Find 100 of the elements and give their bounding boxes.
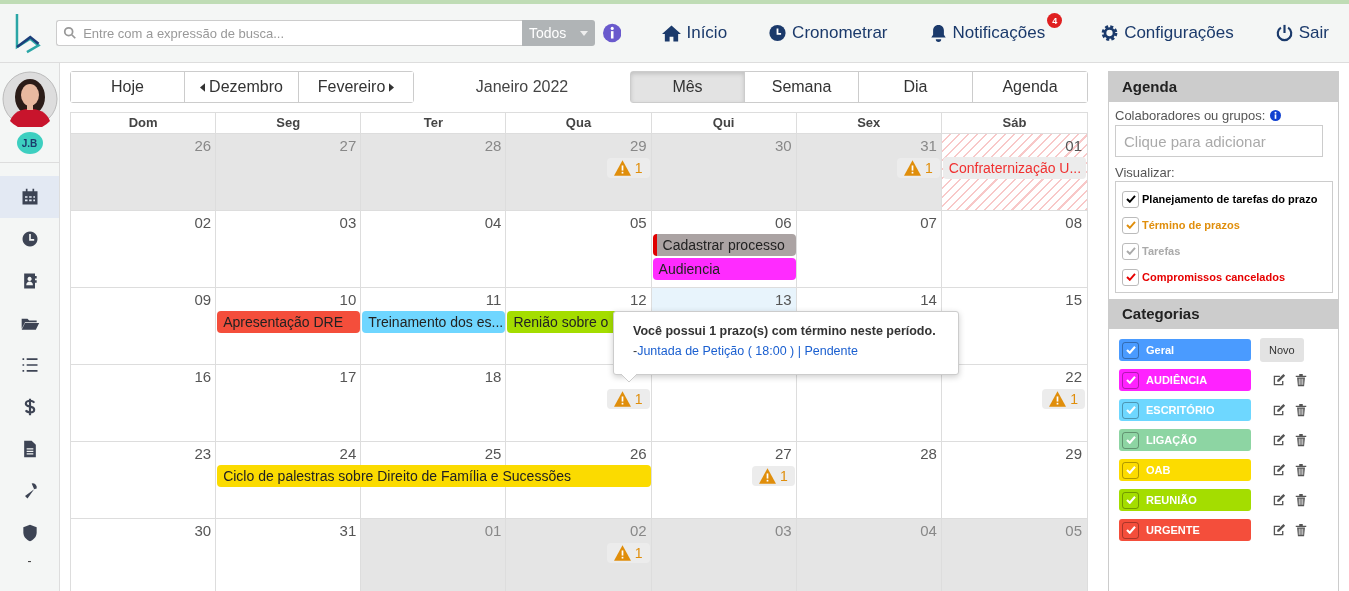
day-cell[interactable] <box>506 134 652 210</box>
weekday-header: Sex <box>796 113 942 133</box>
list-dash: - <box>633 344 638 358</box>
deadline-link[interactable]: Juntada de Petição ( 18:00 ) | Pendente <box>637 344 858 358</box>
delete-icon[interactable] <box>1294 463 1308 477</box>
edit-icon[interactable] <box>1272 493 1286 507</box>
warning-icon <box>1049 391 1067 407</box>
nav-link[interactable]: Cronometrar <box>768 23 888 43</box>
checkbox[interactable] <box>1122 190 1139 208</box>
day-number: 22 <box>1065 368 1082 387</box>
bell-icon <box>928 24 948 42</box>
day-cell[interactable] <box>216 134 362 210</box>
day-number: 24 <box>339 445 357 464</box>
filter-label: Planejamento de tarefas do prazo <box>1142 193 1318 205</box>
day-number: 25 <box>484 445 502 464</box>
day-number: 08 <box>1065 214 1082 233</box>
new-category-button[interactable]: Novo <box>1260 338 1304 362</box>
calendar-title: Janeiro 2022 <box>474 78 570 96</box>
weekday-header: Ter <box>361 113 507 133</box>
day-number: 30 <box>194 522 212 541</box>
caret-icon <box>580 30 589 36</box>
checkbox[interactable] <box>1122 242 1139 260</box>
user-initials: J.B <box>16 132 43 154</box>
edit-icon[interactable] <box>1272 433 1286 447</box>
day-number: 29 <box>629 137 647 156</box>
day-cell[interactable] <box>651 134 797 210</box>
day-cell[interactable] <box>361 519 507 591</box>
warning-icon <box>613 545 631 561</box>
day-number: 01 <box>484 522 502 541</box>
weekday-header: Sáb <box>1001 114 1028 132</box>
nav-link[interactable]: Sair <box>1274 23 1329 43</box>
day-number: 27 <box>775 445 792 464</box>
day-number: 31 <box>920 137 937 156</box>
day-number: 28 <box>484 137 502 156</box>
day-number: 03 <box>339 214 357 233</box>
power-icon <box>1274 24 1294 42</box>
nav-link[interactable]: Início <box>662 23 728 43</box>
warning-icon <box>613 391 631 407</box>
day-cell[interactable] <box>651 519 797 591</box>
day-number: 23 <box>194 445 212 464</box>
day-cell[interactable] <box>361 134 507 210</box>
edit-icon[interactable] <box>1272 373 1286 387</box>
calendar-event[interactable]: Audiencia <box>652 258 796 280</box>
deadline-count: 1 <box>1070 391 1078 407</box>
filter-label: Compromissos cancelados <box>1142 271 1286 283</box>
collaborators-field[interactable]: Clique para adicionar <box>1115 125 1323 157</box>
info-icon[interactable] <box>603 23 622 43</box>
calendar-event[interactable]: Treinamento dos es... <box>362 311 506 333</box>
category-tag[interactable]: URGENTE <box>1119 519 1251 541</box>
warning-icon <box>613 160 631 176</box>
day-number: 26 <box>629 445 647 464</box>
calendar-event[interactable]: Ciclo de palestras sobre Direito de Família e Sucessões <box>217 465 651 487</box>
nav-link[interactable]: Configurações <box>1100 23 1234 43</box>
filter-label: Término de prazos <box>1142 219 1240 231</box>
delete-icon[interactable] <box>1294 373 1308 387</box>
weekday-header: Qua <box>506 113 652 133</box>
day-number: 02 <box>194 214 212 233</box>
info-icon[interactable] <box>1270 110 1282 121</box>
day-cell[interactable] <box>796 134 942 210</box>
field-label: Visualizar: <box>1115 165 1176 180</box>
checkbox[interactable] <box>1122 216 1139 234</box>
today-button[interactable]: Hoje <box>71 72 185 102</box>
check-icon <box>1125 376 1136 384</box>
nav-link[interactable]: Notificações <box>928 23 1046 43</box>
gear-icon <box>1100 24 1120 42</box>
delete-icon[interactable] <box>1294 493 1308 507</box>
edit-icon[interactable] <box>1272 463 1286 477</box>
delete-icon[interactable] <box>1294 523 1308 537</box>
deadline-count: 1 <box>634 160 643 176</box>
search-field[interactable]: Entre com a expressão de busca... <box>56 20 523 46</box>
day-number: 11 <box>485 291 502 310</box>
weekday-header: Dom <box>71 113 217 133</box>
delete-icon[interactable] <box>1294 403 1308 417</box>
day-number: 17 <box>339 368 357 387</box>
day-number: 09 <box>194 291 212 310</box>
checkbox[interactable] <box>1122 268 1139 286</box>
day-number: 02 <box>629 522 647 541</box>
notification-count: 4 <box>1047 13 1063 28</box>
day-cell[interactable] <box>796 519 942 591</box>
calendar-task[interactable]: Cadastrar processo <box>652 234 796 256</box>
day-number: 13 <box>775 291 792 310</box>
day-cell[interactable] <box>941 519 1087 591</box>
edit-icon[interactable] <box>1272 523 1286 537</box>
day-cell[interactable] <box>506 519 652 591</box>
day-number: 15 <box>1065 291 1082 310</box>
day-number: 12 <box>629 291 647 310</box>
cancelled-event[interactable]: Confraternização U... <box>942 157 1086 179</box>
delete-icon[interactable] <box>1294 433 1308 447</box>
edit-icon[interactable] <box>1272 403 1286 417</box>
day-cell[interactable] <box>71 134 217 210</box>
day-number: 26 <box>194 137 212 156</box>
check-icon <box>1125 436 1136 444</box>
sidebar-item[interactable] <box>0 176 59 218</box>
sidebar-more: - <box>27 554 32 568</box>
weekday-header: Seg <box>216 113 362 133</box>
day-number: 28 <box>920 445 937 464</box>
view-tab[interactable]: Mês <box>631 72 745 102</box>
calendar-event[interactable]: Apresentação DRE <box>217 311 361 333</box>
day-number: 03 <box>775 522 792 541</box>
panel-header: Categorias <box>1109 299 1338 329</box>
